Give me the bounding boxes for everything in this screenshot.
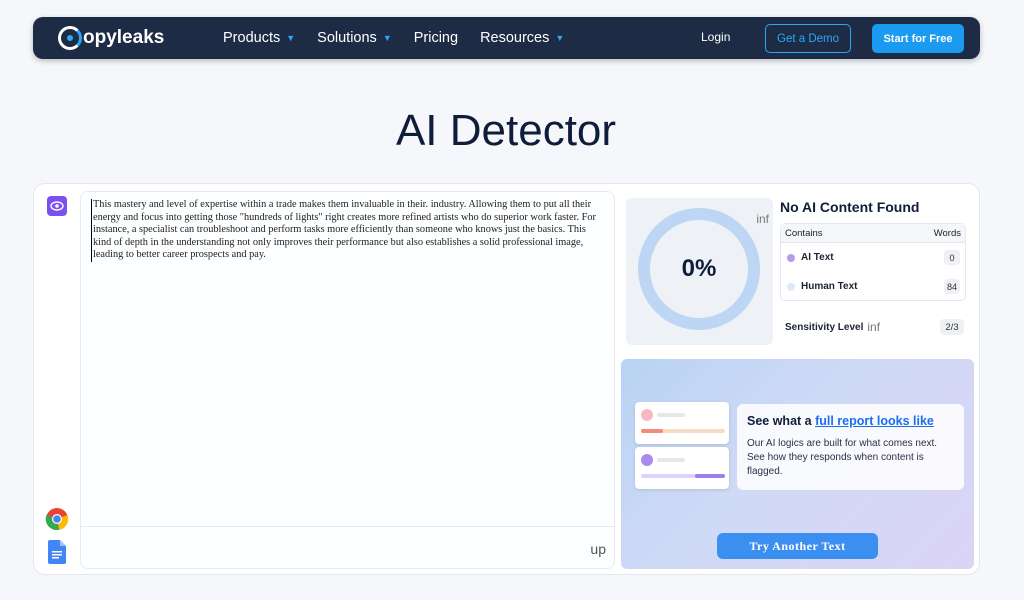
- nav-pricing-label: Pricing: [413, 30, 459, 46]
- contains-header: Contains: [785, 227, 823, 239]
- ai-percentage: 0%: [681, 255, 717, 282]
- nav-resources-label: Resources: [480, 30, 550, 46]
- chevron-down-icon: ▼: [555, 33, 565, 43]
- try-another-text-button[interactable]: Try Another Text: [717, 533, 878, 559]
- nav-resources[interactable]: Resources ▼: [480, 30, 564, 46]
- nav-products-label: Products: [223, 30, 281, 46]
- nav-solutions[interactable]: Solutions ▼: [317, 30, 392, 46]
- table-header: Contains Words: [781, 224, 965, 243]
- nav-pricing[interactable]: Pricing: [414, 30, 458, 46]
- main-menu: Products ▼ Solutions ▼ Pricing Resources…: [223, 17, 586, 59]
- info-icon[interactable]: inf: [867, 320, 880, 334]
- text-input-area[interactable]: This mastery and level of expertise with…: [80, 191, 615, 527]
- result-title: No AI Content Found: [780, 199, 920, 215]
- nav-solutions-label: Solutions: [317, 30, 377, 46]
- eye-icon[interactable]: [47, 196, 67, 216]
- result-panel: 0% inf No AI Content Found Contains Word…: [621, 191, 974, 352]
- upload-button[interactable]: up: [590, 541, 606, 557]
- google-docs-icon[interactable]: [48, 540, 66, 564]
- contains-table: Contains Words AI Text 0 Human Text 84: [780, 223, 966, 301]
- words-header: Words: [933, 227, 961, 239]
- top-navbar: opyleaks Products ▼ Solutions ▼ Pricing …: [33, 17, 980, 59]
- info-icon[interactable]: inf: [756, 212, 769, 226]
- detector-card: This mastery and level of expertise with…: [33, 183, 980, 575]
- human-text-count: 84: [943, 279, 960, 294]
- chrome-extension-icon[interactable]: [45, 507, 69, 531]
- table-row: AI Text 0: [781, 243, 965, 272]
- sensitivity-label: Sensitivity Level: [785, 321, 864, 333]
- get-demo-button[interactable]: Get a Demo: [765, 24, 851, 53]
- report-preview-card: [635, 402, 729, 444]
- login-link[interactable]: Login: [701, 30, 730, 44]
- preview-dot-icon: [641, 409, 653, 421]
- full-report-promo: See what a full report looks like Our AI…: [621, 359, 974, 569]
- ai-text-count: 0: [944, 250, 960, 265]
- promo-heading-prefix: See what a: [747, 414, 816, 428]
- sensitivity-value[interactable]: 2/3: [940, 319, 964, 335]
- ai-score-gauge: 0% inf: [626, 198, 773, 345]
- chevron-down-icon: ▼: [286, 33, 296, 43]
- editor-footer: up: [80, 526, 615, 569]
- editor-content[interactable]: This mastery and level of expertise with…: [91, 199, 604, 262]
- human-text-dot: [787, 282, 795, 291]
- copyleaks-logo[interactable]: opyleaks: [58, 26, 164, 50]
- promo-text-box: See what a full report looks like Our AI…: [737, 404, 964, 490]
- table-row: Human Text 84: [781, 272, 965, 301]
- sensitivity-level: Sensitivity Level inf: [785, 320, 880, 334]
- promo-body: Our AI logics are built for what comes n…: [747, 438, 938, 477]
- full-report-link[interactable]: full report looks like: [815, 414, 934, 428]
- start-free-button[interactable]: Start for Free: [872, 24, 964, 53]
- gauge-ring: 0%: [638, 208, 760, 330]
- chevron-down-icon: ▼: [382, 33, 392, 43]
- ai-text-label: AI Text: [801, 252, 834, 263]
- promo-heading: See what a full report looks like: [747, 414, 954, 428]
- page-title: AI Detector: [395, 106, 617, 155]
- nav-products[interactable]: Products ▼: [223, 30, 295, 46]
- human-text-label: Human Text: [801, 281, 858, 292]
- brand-name: opyleaks: [83, 27, 165, 48]
- ai-text-dot: [787, 253, 795, 262]
- report-preview-card: [635, 447, 729, 489]
- logo-c-icon: [58, 26, 82, 50]
- preview-dot-icon: [641, 454, 653, 466]
